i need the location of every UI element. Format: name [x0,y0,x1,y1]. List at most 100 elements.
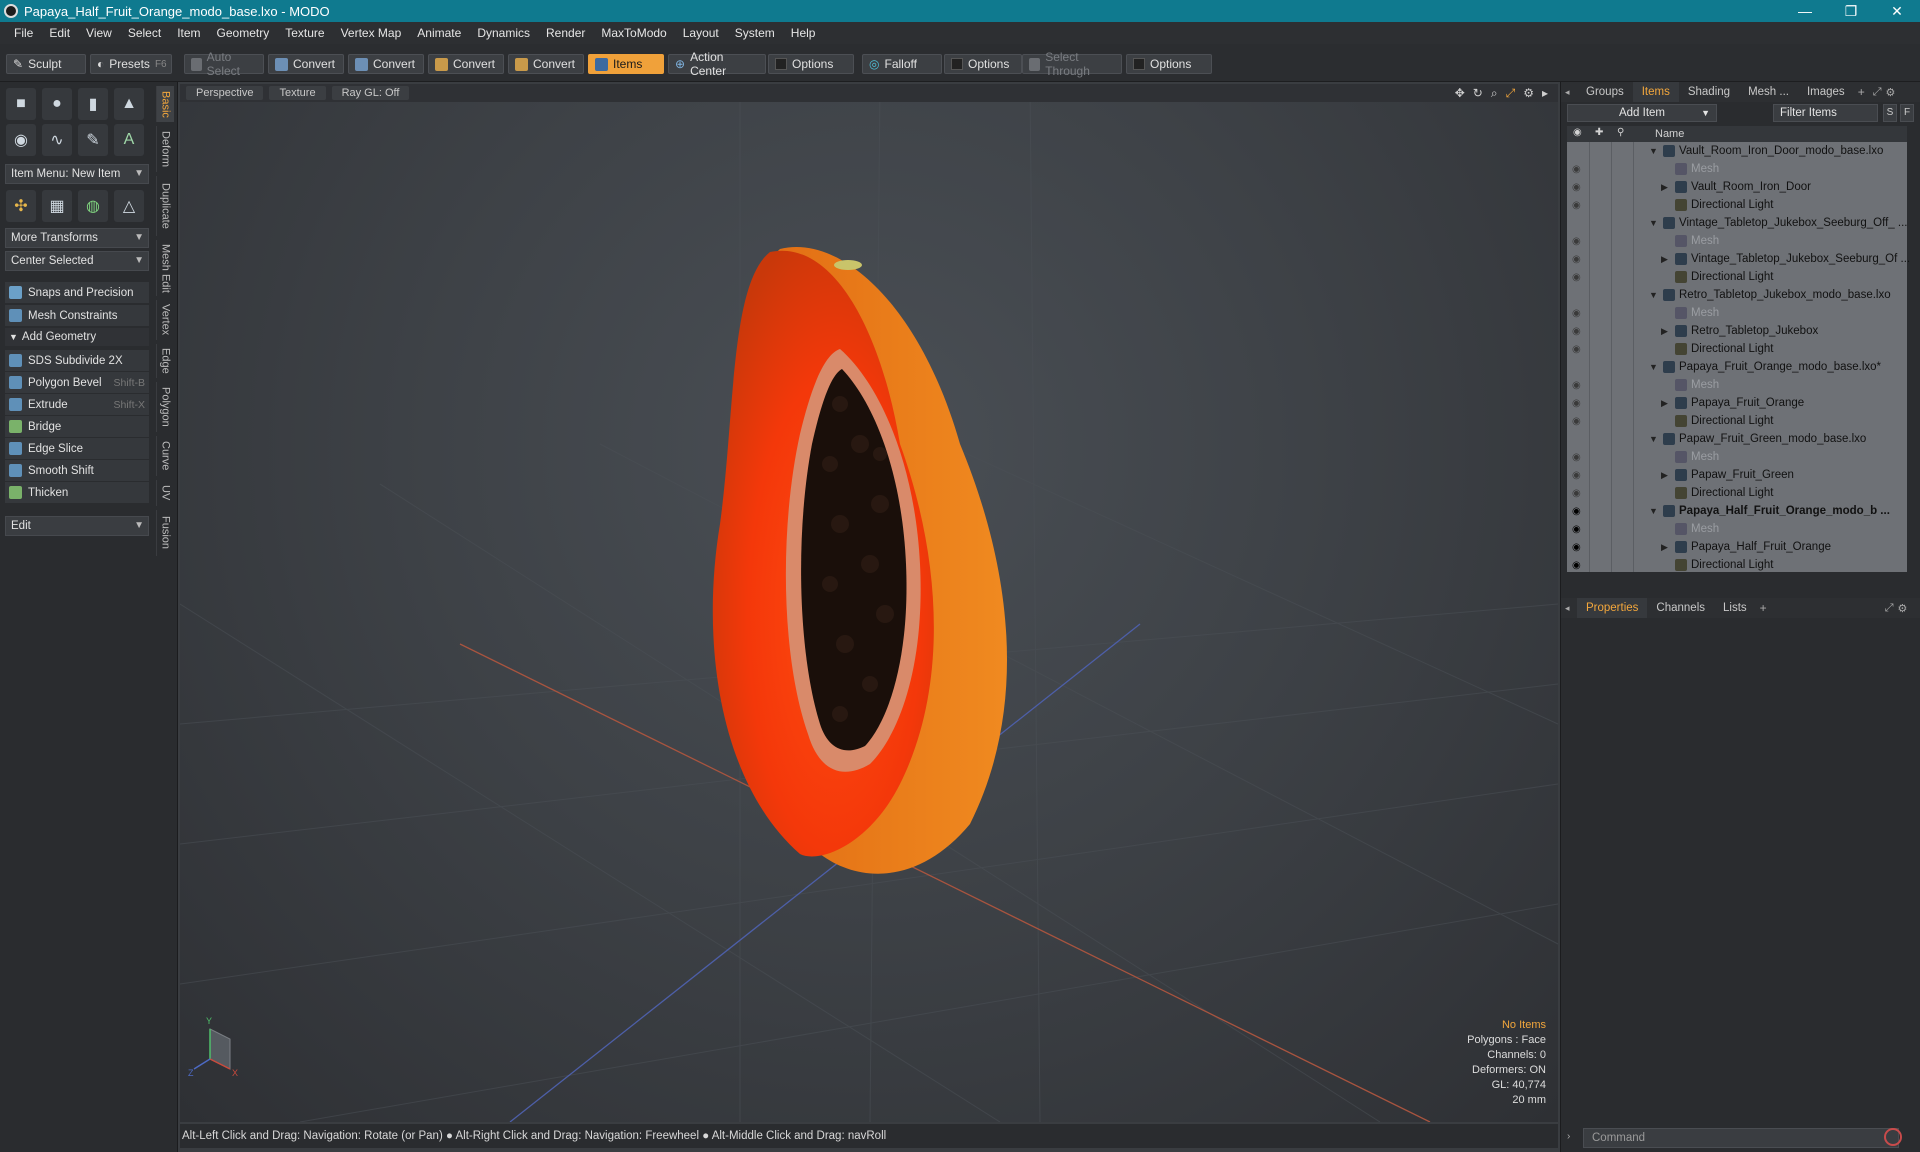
menu-render[interactable]: Render [538,26,593,40]
eye-icon[interactable]: ◉ [1572,254,1581,265]
list-item[interactable]: ◉ Mesh [1567,520,1907,538]
tab-lists[interactable]: Lists [1714,598,1756,618]
cone-icon[interactable]: ▲ [114,88,144,120]
gear-icon[interactable]: ⚙ [1898,602,1908,615]
gear-icon[interactable]: ⚙ [1886,86,1896,99]
list-item[interactable]: ◉ Mesh [1567,232,1907,250]
tab-fusion[interactable]: Fusion [156,510,174,556]
list-item[interactable]: ◉ Mesh [1567,376,1907,394]
chevron-right-icon[interactable]: ▶ [1661,398,1668,409]
pin-icon[interactable]: ⚲ [1617,127,1624,138]
chevron-down-icon[interactable]: ▼ [1649,362,1658,372]
eye-icon[interactable]: ◉ [1572,398,1581,409]
list-item[interactable]: ◉ Mesh [1567,448,1907,466]
grid-icon[interactable]: ▦ [42,190,72,222]
record-icon[interactable] [1884,1128,1902,1146]
eye-icon[interactable]: ◉ [1572,380,1581,391]
list-item[interactable]: ◉ Mesh [1567,304,1907,322]
more-transforms-dropdown[interactable]: More Transforms ▼ [5,228,149,248]
tab-images[interactable]: Images [1798,82,1854,102]
presets-button[interactable]: ◐ Presets F6 [90,54,172,74]
edit-dropdown[interactable]: Edit ▼ [5,516,149,536]
list-item[interactable]: ▼ Papaw_Fruit_Green_modo_base.lxo [1567,430,1907,448]
panel-menu-icon[interactable]: ◂ [1561,87,1577,98]
eye-icon[interactable]: ◉ [1572,236,1581,247]
chevron-down-icon[interactable]: ▼ [1649,218,1658,228]
eye-icon[interactable]: ◉ [1572,488,1581,499]
tab-items[interactable]: Items [1632,82,1679,102]
shading-mode-button[interactable]: Texture [269,86,326,100]
3d-viewport[interactable]: Y Z X Perspective Texture Ray GL: Off ✥ … [180,84,1558,1122]
menu-dynamics[interactable]: Dynamics [469,26,538,40]
menu-geometry[interactable]: Geometry [209,26,278,40]
add-geometry-header[interactable]: ▼ Add Geometry [5,328,149,346]
gear-icon[interactable]: ⚙ [1523,86,1534,101]
eye-icon[interactable]: ◉ [1572,344,1581,355]
tab-duplicate[interactable]: Duplicate [156,176,174,236]
add-tab-icon[interactable]: + [1760,601,1767,615]
tab-mesh[interactable]: Mesh ... [1739,82,1798,102]
list-item[interactable]: ◉ Mesh [1567,160,1907,178]
menu-view[interactable]: View [78,26,120,40]
cylinder-icon[interactable]: ▮ [78,88,108,120]
torus-icon[interactable]: ◉ [6,124,36,156]
convert-materials-button[interactable]: Convert [508,54,584,74]
eye-icon[interactable]: ◉ [1572,542,1581,553]
convert-polygons-button[interactable]: Convert [428,54,504,74]
list-item[interactable]: ◉ Directional Light [1567,412,1907,430]
tool-smooth-shift[interactable]: Smooth Shift [5,460,149,481]
tab-mesh-edit[interactable]: Mesh Edit [156,240,174,296]
falloff-options-button[interactable]: Options [944,54,1022,74]
transform-icon[interactable]: ✣ [6,190,36,222]
eye-icon[interactable]: ◉ [1572,416,1581,427]
tab-edge[interactable]: Edge [156,344,174,378]
capsule-icon[interactable]: ∿ [42,124,72,156]
convert-vertices-button[interactable]: Convert [268,54,344,74]
tool-thicken[interactable]: Thicken [5,482,149,503]
menu-texture[interactable]: Texture [277,26,332,40]
menu-edit[interactable]: Edit [41,26,78,40]
close-button[interactable]: ✕ [1874,0,1920,22]
chevron-right-icon[interactable]: ▶ [1661,542,1668,553]
pyramid-icon[interactable]: △ [114,190,144,222]
maximize-button[interactable]: ❐ [1828,0,1874,22]
pen-icon[interactable]: ✎ [78,124,108,156]
item-menu-dropdown[interactable]: Item Menu: New Item ▼ [5,164,149,184]
center-selected-dropdown[interactable]: Center Selected ▼ [5,251,149,271]
list-item-active-scene[interactable]: ◉ ▼ Papaya_Half_Fruit_Orange_modo_b ... [1567,502,1907,520]
menu-maxtomodo[interactable]: MaxToModo [593,26,674,40]
cube-icon[interactable]: ■ [6,88,36,120]
menu-help[interactable]: Help [783,26,824,40]
menu-vertex-map[interactable]: Vertex Map [333,26,410,40]
chevron-down-icon[interactable]: ▼ [1649,434,1658,444]
pan-icon[interactable]: ✥ [1455,86,1465,101]
sculpt-button[interactable]: ✎ Sculpt [6,54,86,74]
chevron-down-icon[interactable]: ▼ [1649,290,1658,300]
tool-sds-subdivide[interactable]: SDS Subdivide 2X [5,350,149,371]
action-center-button[interactable]: ⊕ Action Center [668,50,766,78]
chevron-down-icon[interactable]: ▼ [1649,506,1658,516]
eye-icon[interactable]: ◉ [1572,560,1581,571]
chevron-right-icon[interactable]: ▶ [1661,326,1668,337]
text-icon[interactable]: A [114,124,144,156]
list-item[interactable]: ▼ Papaya_Fruit_Orange_modo_base.lxo* [1567,358,1907,376]
view-type-button[interactable]: Perspective [186,86,264,100]
select-through-button[interactable]: Select Through [1022,50,1122,78]
expand-icon[interactable]: ⤢ [1885,602,1894,615]
eye-icon[interactable]: ◉ [1572,452,1581,463]
tab-groups[interactable]: Groups [1577,82,1633,102]
name-column-header[interactable]: Name [1655,128,1684,140]
chevron-right-icon[interactable]: ▶ [1661,182,1668,193]
menu-layout[interactable]: Layout [675,26,727,40]
list-item[interactable]: ◉ ▶ Vintage_Tabletop_Jukebox_Seeburg_Of ..… [1567,250,1910,268]
expand-icon[interactable]: ⤢ [1873,86,1882,99]
lock-icon[interactable]: ✚ [1595,127,1603,138]
eye-icon[interactable]: ◉ [1572,200,1581,211]
fit-icon[interactable]: ⤢ [1506,86,1516,101]
eye-icon[interactable]: ◉ [1572,326,1581,337]
list-item[interactable]: ▼ Retro_Tabletop_Jukebox_modo_base.lxo [1567,286,1907,304]
list-item[interactable]: ◉ ▶ Papaya_Fruit_Orange [1567,394,1907,412]
list-item[interactable]: ◉ ▶ Vault_Room_Iron_Door [1567,178,1907,196]
menu-item[interactable]: Item [169,26,208,40]
tab-vertex[interactable]: Vertex [156,300,174,340]
